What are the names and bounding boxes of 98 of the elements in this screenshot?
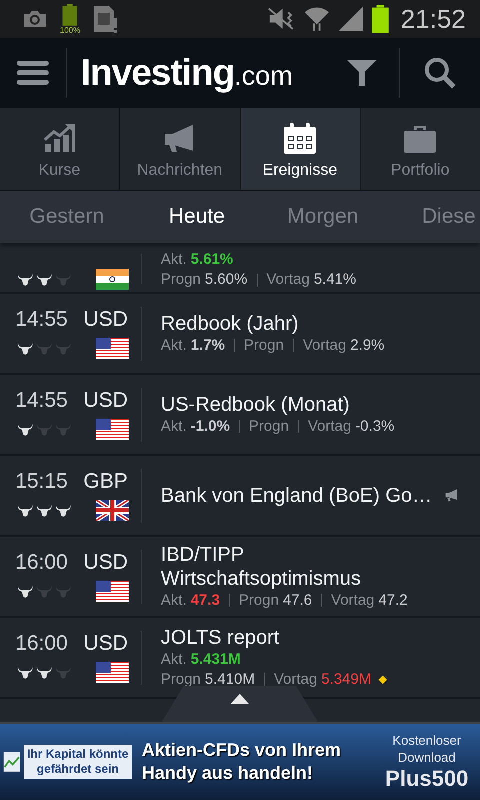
calendar-icon [283,122,318,156]
event-time: 16:00 [14,551,68,575]
value: 5.60% [205,270,248,290]
tab[interactable]: Nachrichten [120,108,240,190]
event-time: 16:00 [14,632,68,656]
currency: USD [82,308,128,332]
flag-icon [96,419,129,440]
event-title: Bank von England (BoE) Go… [161,484,432,508]
event-row[interactable]: 16:00 USD IBD/TIPP Wirtschaftsoptimismus Akt. 47.3 Progn 47.6 Vortag 47.2 [0,537,480,618]
value: 47.3 [190,590,220,610]
bull-icon [55,504,72,518]
value: 5.349M [321,670,372,690]
logo: Investing.com [81,52,293,94]
event-title: JOLTS report [161,626,281,650]
search-icon [424,57,456,89]
event-title: IBD/TIPP Wirtschaftsoptimismus [161,542,362,590]
signal-icon [338,6,364,32]
value-label: Progn [161,670,202,690]
currency: GBP [82,470,128,494]
bull-icon [36,342,53,356]
download-text: Kostenloser Download [392,732,462,766]
event-title: US-Redbook (Monat) [161,392,351,416]
tab[interactable]: Portfolio [360,108,480,190]
value: 1.7% [190,336,226,356]
bull-icon [55,422,72,436]
bull-icon [36,504,53,518]
event-time: 14:55 [14,389,68,413]
battery-label: 100% [60,26,80,34]
value: 47.2 [378,590,408,610]
event-row[interactable]: 15:15 GBP Bank von England (BoE) Go… [0,456,480,537]
ad-headline: Aktien-CFDs von Ihrem Handy aus handeln! [142,739,342,785]
value: 5.61% [190,250,234,270]
bull-icon [17,272,34,286]
flag-icon [96,338,129,359]
bull-icon [55,342,72,356]
event-row[interactable]: Akt. 5.61% Progn 5.60% Vortag 5.41% [0,243,480,294]
risk-warning: Ihr Kapital könnte gefährdet sein [24,745,132,779]
value-label: Vortag [331,590,375,610]
up-arrow-icon [231,694,249,704]
bull-icon [55,666,72,680]
event-time: 15:15 [14,470,68,494]
value: 5.41% [314,270,356,290]
bull-icon [17,342,34,356]
bull-icon [55,584,72,598]
muted-speaker-icon [266,7,296,31]
flag-icon [96,662,129,683]
bull-icon [17,666,34,680]
bull-icon [55,272,72,286]
flag-icon [96,269,129,290]
bull-icon [36,422,53,436]
value-label: Akt. [161,250,187,270]
event-row[interactable]: 14:55 USD Redbook (Jahr) Akt. 1.7% Progn Vortag 2.9% [0,294,480,375]
value: -1.0% [190,416,230,436]
value-label: Akt. [161,590,187,610]
value: -0.3% [355,416,395,436]
ad-banner[interactable]: Ihr Kapital könnte gefährdet sein Aktien-CFDs von Ihrem Handy aus handeln! Kostenloser Download Plus500 [0,722,480,800]
value-label: Progn [244,336,284,356]
event-row[interactable]: 14:55 USD US-Redbook (Monat) Akt. -1.0% Progn Vortag -0.3% [0,375,480,456]
camera-icon [22,9,48,29]
value-label: Akt. [161,416,187,436]
value-label: Vortag [266,270,310,290]
currency: USD [82,551,128,575]
battery-icon [372,5,389,33]
day-tab[interactable]: Heute [134,205,260,229]
bull-icon [36,584,53,598]
flag-icon [96,500,129,521]
value-label: Vortag [303,336,346,356]
value-label: Akt. [161,336,187,356]
bull-icon [17,422,34,436]
value-label: Vortag [274,670,318,690]
bull-icon [17,504,34,518]
sim-card-icon [92,4,118,34]
flag-icon [96,581,129,602]
currency: USD [82,632,128,656]
bull-icon [36,272,53,286]
menu-icon [17,60,49,86]
value: 47.6 [283,590,312,610]
currency: USD [82,389,128,413]
value-label: Progn [161,270,202,290]
event-time: 14:55 [14,308,68,332]
value-label: Progn [239,590,280,610]
wifi-icon [304,6,330,32]
value: 2.9% [350,336,385,356]
battery-icon [62,4,78,26]
value-label: Akt. [161,650,187,670]
bull-icon [17,584,34,598]
event-title: Redbook (Jahr) [161,312,300,336]
value-label: Progn [249,416,290,436]
bull-icon [36,666,53,680]
tab[interactable]: Ereignisse [240,108,360,190]
clock: 21:52 [400,4,466,34]
filter-icon [346,57,378,89]
value: 5.431M [190,650,241,670]
value-label: Vortag [308,416,352,436]
spreadsheet-chart-icon [3,751,21,773]
value: 5.410M [205,670,256,690]
brand-logo: Plus500 [385,766,469,792]
tab[interactable]: Kurse [0,108,120,190]
